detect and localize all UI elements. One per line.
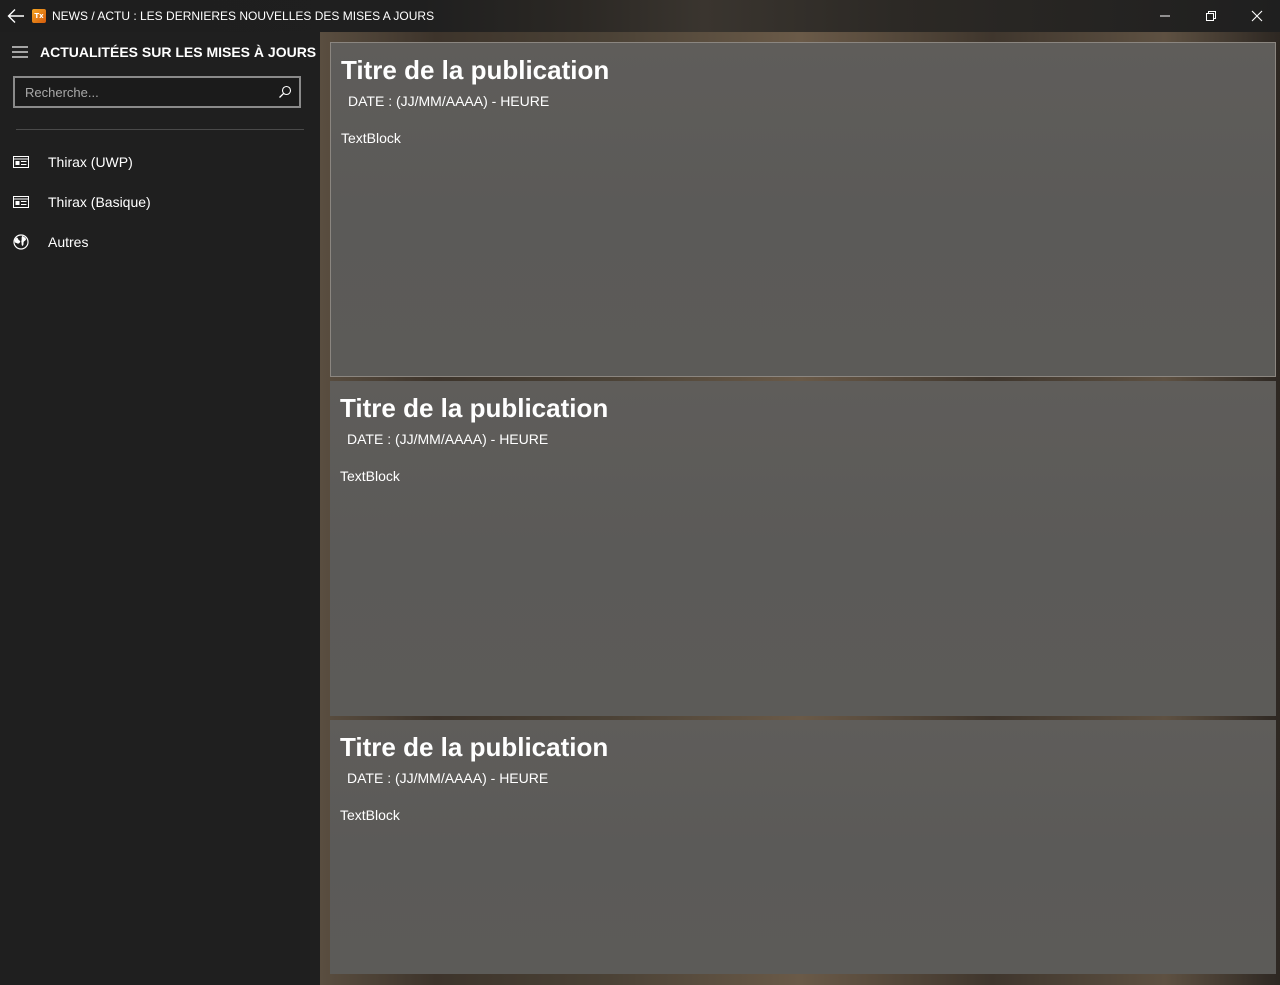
- back-arrow-icon: [7, 9, 24, 23]
- post-title: Titre de la publication: [341, 55, 610, 85]
- search-button[interactable]: [271, 78, 299, 106]
- search-input[interactable]: [15, 78, 271, 106]
- search-box: [13, 76, 301, 108]
- content-area: Titre de la publication DATE : (JJ/MM/AA…: [320, 32, 1280, 985]
- search-icon: [279, 85, 292, 98]
- maximize-button[interactable]: [1188, 0, 1234, 32]
- minimize-icon: [1160, 15, 1170, 17]
- nav-list: Thirax (UWP) Thirax (Basique) Autres: [0, 142, 320, 262]
- nav-item-label: Autres: [48, 234, 89, 250]
- back-button[interactable]: [0, 0, 32, 32]
- close-button[interactable]: [1234, 0, 1280, 32]
- pane-title: ACTUALITÉES SUR LES MISES À JOURS: [40, 44, 317, 60]
- nav-item-thirax-uwp[interactable]: Thirax (UWP): [0, 142, 320, 182]
- news-icon: [0, 142, 42, 182]
- nav-item-label: Thirax (Basique): [48, 194, 151, 210]
- pane-divider: [16, 129, 304, 130]
- nav-item-label: Thirax (UWP): [48, 154, 133, 170]
- minimize-button[interactable]: [1142, 0, 1188, 32]
- app-logo-text: Tx: [34, 12, 44, 20]
- post-date: DATE : (JJ/MM/AAAA) - HEURE: [347, 770, 549, 786]
- hamburger-button[interactable]: [0, 32, 40, 72]
- post-title: Titre de la publication: [340, 732, 609, 762]
- nav-item-autres[interactable]: Autres: [0, 222, 320, 262]
- globe-icon: [0, 222, 42, 262]
- post-title: Titre de la publication: [340, 393, 609, 423]
- navigation-pane: ACTUALITÉES SUR LES MISES À JOURS Thi: [0, 32, 320, 985]
- post-body: TextBlock: [340, 807, 400, 823]
- hamburger-icon: [12, 46, 28, 58]
- nav-item-thirax-basique[interactable]: Thirax (Basique): [0, 182, 320, 222]
- pane-header: ACTUALITÉES SUR LES MISES À JOURS: [0, 32, 320, 72]
- post-body: TextBlock: [341, 130, 401, 146]
- window-controls: [1142, 0, 1280, 32]
- post-card[interactable]: Titre de la publication DATE : (JJ/MM/AA…: [330, 42, 1276, 377]
- post-date: DATE : (JJ/MM/AAAA) - HEURE: [348, 93, 550, 109]
- news-icon: [0, 182, 42, 222]
- post-date: DATE : (JJ/MM/AAAA) - HEURE: [347, 431, 549, 447]
- window-title: NEWS / ACTU : LES DERNIERES NOUVELLES DE…: [52, 9, 435, 23]
- post-card[interactable]: Titre de la publication DATE : (JJ/MM/AA…: [330, 720, 1276, 974]
- post-card[interactable]: Titre de la publication DATE : (JJ/MM/AA…: [330, 381, 1276, 716]
- app-logo: Tx: [32, 9, 46, 23]
- title-bar: Tx NEWS / ACTU : LES DERNIERES NOUVELLES…: [0, 0, 1280, 32]
- post-body: TextBlock: [340, 468, 400, 484]
- restore-icon: [1206, 11, 1216, 21]
- close-icon: [1251, 10, 1263, 22]
